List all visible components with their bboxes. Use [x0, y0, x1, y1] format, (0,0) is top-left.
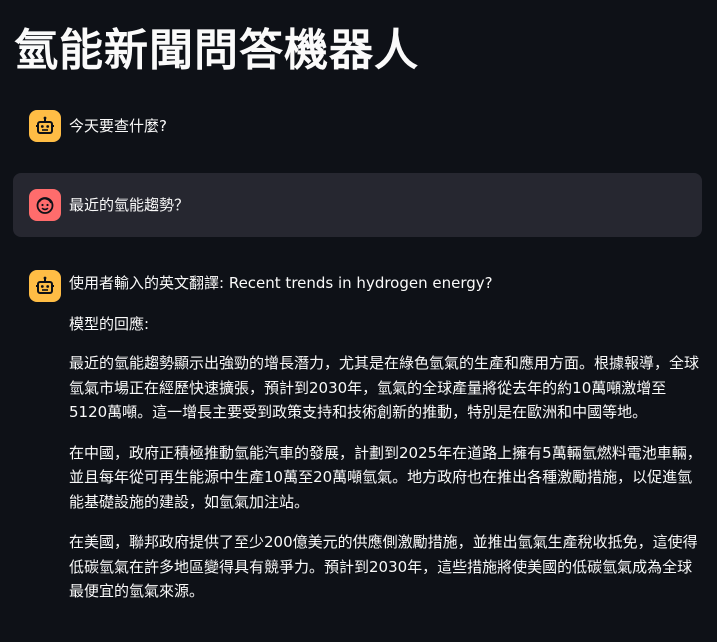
page-title: 氫能新聞問答機器人 [14, 25, 419, 76]
chat-message-assistant: 今天要查什麼? [13, 104, 702, 148]
translation-line: 使用者輸入的英文翻譯: Recent trends in hydrogen en… [69, 274, 493, 292]
response-paragraph: 最近的氫能趨勢顯示出強勁的增長潛力，尤其是在綠色氫氣的生產和應用方面。根據報導，… [69, 354, 700, 421]
smiling-face-icon [29, 189, 61, 221]
response-paragraph: 在美國，聯邦政府提供了至少200億美元的供應側激勵措施，並推出氫氣生產稅收抵免，… [69, 533, 698, 600]
response-label: 模型的回應: [69, 315, 150, 333]
message-text: 今天要查什麼? [69, 117, 167, 135]
chat-app: 氫能新聞問答機器人 今天要查什麼? 最近的氫能趨勢？ 使用者輸入的英文翻譯: R… [0, 0, 717, 642]
chat-message-user: 最近的氫能趨勢？ [13, 173, 702, 237]
robot-face-icon [29, 270, 61, 302]
response-paragraph: 在中國，政府正積極推動氫能汽車的發展，計劃到2025年在道路上擁有5萬輛氫燃料電… [69, 443, 702, 511]
chat-message-assistant: 使用者輸入的英文翻譯: Recent trends in hydrogen en… [13, 262, 702, 642]
message-text: 最近的氫能趨勢？ [69, 196, 190, 214]
robot-face-icon [29, 110, 61, 142]
response-body: 最近的氫能趨勢顯示出強勁的增長潛力，尤其是在綠色氫氣的生產和應用方面。根據報導，… [69, 351, 702, 620]
